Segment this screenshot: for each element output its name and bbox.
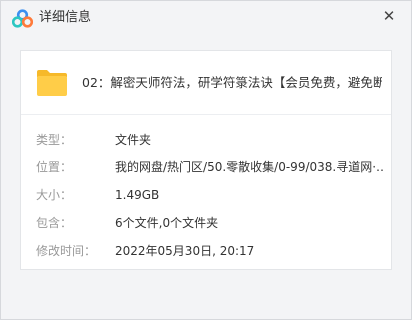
close-button[interactable]: ✕ [379, 6, 399, 26]
location-label: 位置： [36, 160, 73, 174]
title-bar[interactable]: 详细信息 ✕ [1, 1, 411, 37]
file-header: 02：解密天师符法，研学符箓法诀【会员免费，避免断… [21, 51, 391, 115]
dialog-title: 详细信息 [39, 10, 92, 25]
info-row-modified: 修改时间： 2022年05月30日, 20:17 [21, 242, 391, 260]
type-label: 类型： [36, 133, 73, 147]
type-value: 文件夹 [115, 133, 152, 147]
folder-icon [37, 70, 67, 96]
info-row-location: 位置： 我的网盘/热门区/50.零散收集/0-99/038.寻道网·… [21, 158, 391, 176]
close-icon: ✕ [382, 7, 396, 25]
details-panel: 02：解密天师符法，研学符箓法诀【会员免费，避免断… 类型： 文件夹 位置： 我… [20, 50, 392, 270]
location-value[interactable]: 我的网盘/热门区/50.零散收集/0-99/038.寻道网·… [115, 158, 383, 176]
details-dialog: 详细信息 ✕ 02：解密天师符法，研学符箓法诀【会员免费，避免断… 类型： 文件… [0, 0, 412, 320]
size-value: 1.49GB [115, 188, 160, 202]
modified-time-value: 2022年05月30日, 20:17 [115, 244, 255, 258]
size-label: 大小： [36, 188, 73, 202]
contains-label: 包含： [36, 216, 73, 230]
modified-time-label: 修改时间： [36, 244, 97, 258]
file-name: 02：解密天师符法，研学符箓法诀【会员免费，避免断… [82, 75, 382, 90]
info-row-contains: 包含： 6个文件,0个文件夹 [21, 214, 391, 232]
cloud-drive-logo-icon [12, 9, 33, 28]
info-row-size: 大小： 1.49GB [21, 186, 391, 204]
info-row-type: 类型： 文件夹 [21, 131, 391, 149]
contains-value: 6个文件,0个文件夹 [115, 216, 219, 230]
